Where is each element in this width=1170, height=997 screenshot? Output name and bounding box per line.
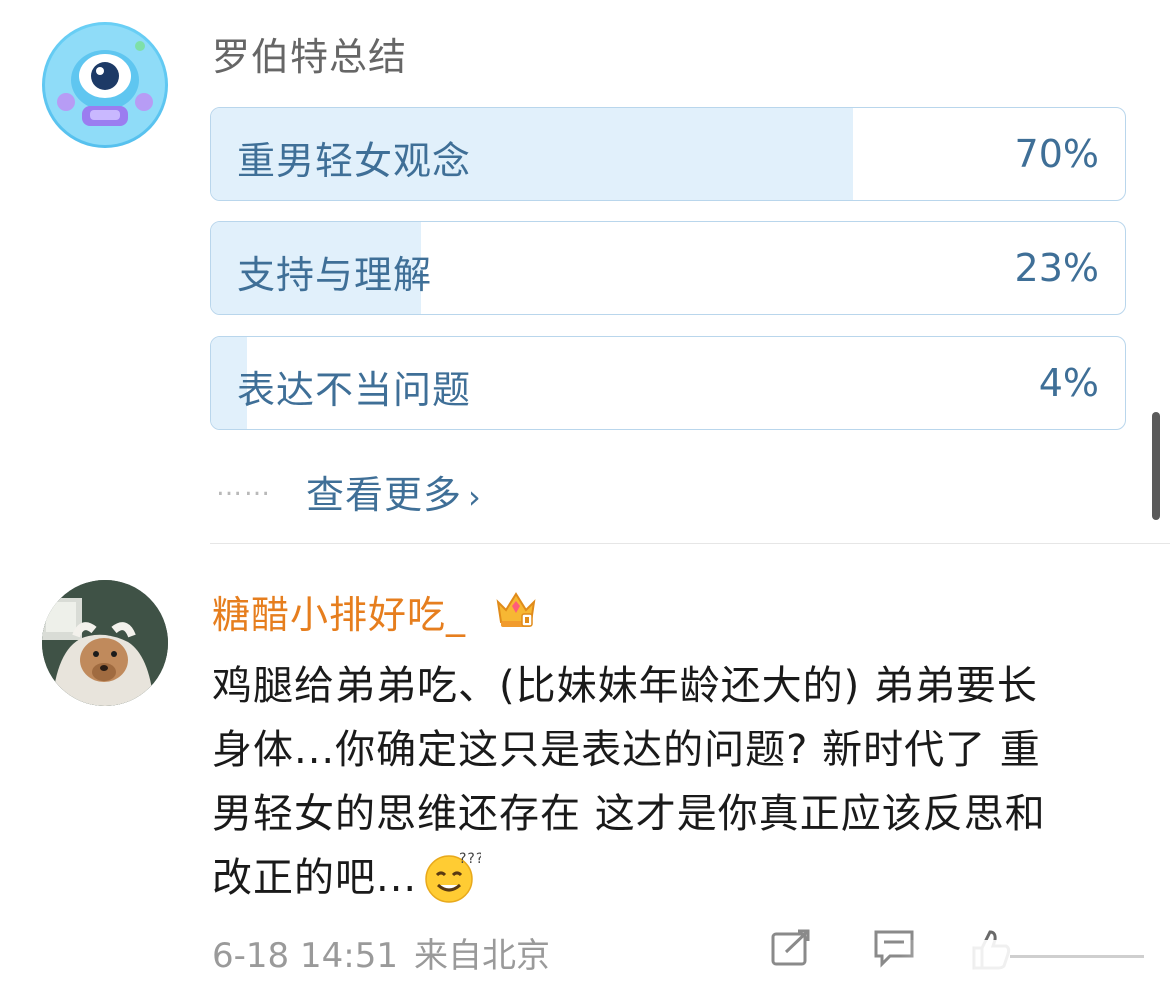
more-dots: …… [216, 472, 272, 502]
sweat-smile-emoji-icon: ??? [423, 849, 483, 903]
crown-badge-icon [494, 588, 538, 630]
user-avatar[interactable] [42, 580, 168, 706]
share-icon[interactable] [770, 928, 814, 968]
poll-option-2[interactable]: 支持与理解 23% [210, 221, 1126, 315]
divider [210, 543, 1170, 544]
poll-option-percent: 70% [1014, 132, 1099, 176]
dog-avatar-icon [42, 580, 168, 706]
poll-option-label: 支持与理解 [237, 253, 433, 297]
comment-line: 身体...你确定这只是表达的问题? 新时代了 重 [212, 727, 1041, 773]
comment-source: 来自北京 [413, 936, 550, 976]
bot-avatar[interactable] [42, 22, 168, 148]
comment-text: 鸡腿给弟弟吃、(比妹妹年龄还大的) 弟弟要长 身体...你确定这只是表达的问题?… [212, 654, 1117, 910]
poll-option-1[interactable]: 重男轻女观念 70% [210, 107, 1126, 201]
comment-username[interactable]: 糖醋小排好吃_ [212, 584, 466, 639]
poll-option-3[interactable]: 表达不当问题 4% [210, 336, 1126, 430]
comment-line: 改正的吧... [212, 855, 418, 901]
poll-option-label: 表达不当问题 [237, 368, 472, 412]
poll-option-percent: 4% [1038, 361, 1099, 405]
comment-line: 鸡腿给弟弟吃、(比妹妹年龄还大的) 弟弟要长 [212, 663, 1038, 709]
view-more-label: 查看更多 [306, 473, 463, 517]
chevron-right-icon: › [468, 478, 482, 516]
poll-option-label: 重男轻女观念 [237, 139, 472, 183]
comment-date: 6-18 14:51 [212, 936, 398, 976]
robot-avatar-icon [45, 25, 165, 145]
view-more-link[interactable]: 查看更多 › [306, 464, 482, 519]
poll-title: 罗伯特总结 [212, 35, 408, 79]
comment-meta: 6-18 14:51 来自北京 [212, 928, 550, 977]
action-bar-divider [1010, 955, 1144, 958]
scrollbar[interactable] [1152, 412, 1160, 520]
comment-line: 男轻女的思维还存在 这才是你真正应该反思和 [212, 791, 1046, 837]
poll-option-percent: 23% [1014, 246, 1099, 290]
svg-text:???: ??? [459, 851, 481, 867]
